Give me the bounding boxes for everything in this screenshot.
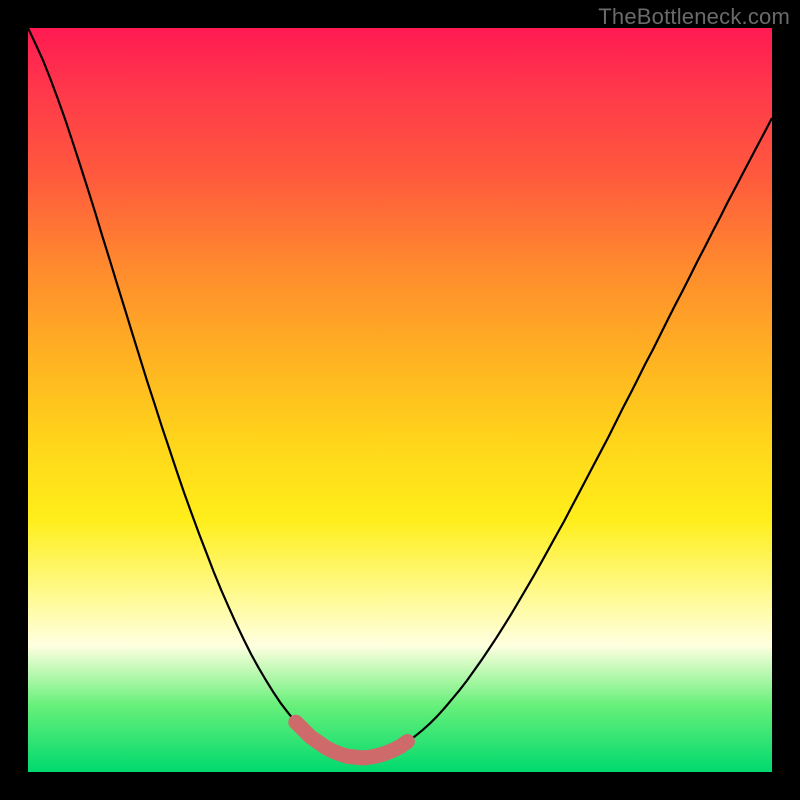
plot-area <box>28 28 772 772</box>
chart-overlay <box>28 28 772 772</box>
bottleneck-curve <box>28 28 772 758</box>
notch-marker <box>296 722 408 758</box>
chart-frame: TheBottleneck.com <box>0 0 800 800</box>
watermark-label: TheBottleneck.com <box>598 4 790 30</box>
